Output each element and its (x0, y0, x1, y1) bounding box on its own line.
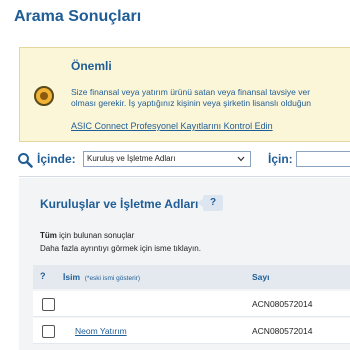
summary-scope: Tüm (40, 231, 57, 240)
search-icon[interactable] (17, 152, 33, 168)
results-heading: Kuruluşlar ve İşletme Adları (40, 197, 199, 211)
search-bar: İçinde: Kuruluş ve İşletme Adları İçin: (14, 149, 350, 171)
important-notice: Önemli Size finansal veya yatırım ürünü … (19, 47, 350, 142)
notice-heading: Önemli (71, 59, 112, 73)
warning-icon (34, 86, 54, 106)
name-column-header[interactable]: İsim (*eski ismi gösterir) (63, 272, 140, 282)
search-register-selected: Kuruluş ve İşletme Adları (87, 154, 176, 163)
search-in-label: İçinde: (37, 152, 76, 166)
row-checkbox[interactable] (42, 298, 55, 311)
chevron-down-icon (237, 156, 245, 162)
number-column-header[interactable]: Sayı (252, 272, 270, 282)
row-number: ACN080572014 (252, 326, 313, 336)
table-help-button[interactable]: ? (40, 271, 46, 281)
check-registers-link[interactable]: ASIC Connect Profesyonel Kayıtlarını Kon… (71, 121, 273, 131)
search-input[interactable] (296, 151, 350, 167)
search-register-select[interactable]: Kuruluş ve İşletme Adları (83, 151, 251, 167)
row-number: ACN080572014 (252, 299, 313, 309)
results-hint: Daha fazla ayrıntıyı görmek için isme tı… (40, 244, 201, 253)
row-name-link[interactable]: Neom Yatırım (75, 326, 127, 336)
name-column-label: İsim (63, 272, 81, 282)
row-checkbox[interactable] (42, 325, 55, 338)
table-row: Neom Yatırım ACN080572014 (33, 318, 350, 344)
summary-text: için bulunan sonuçlar (56, 231, 135, 240)
results-summary: Tüm için bulunan sonuçlar (40, 231, 134, 240)
divider (19, 176, 350, 177)
name-column-note: (*eski ismi gösterir) (84, 275, 141, 282)
results-panel: Kuruluşlar ve İşletme Adları ? Tüm için … (19, 178, 350, 350)
results-table: ? İsim (*eski ismi gösterir) Sayı ACN080… (33, 265, 350, 350)
notice-text-line-2: olması gerekir. İş yaptığınız kişinin ve… (71, 98, 312, 108)
table-header: ? İsim (*eski ismi gösterir) Sayı (33, 265, 350, 289)
page-title: Arama Sonuçları (14, 8, 142, 25)
notice-text-line-1: Size finansal veya yatırım ürünü satan v… (71, 87, 311, 97)
search-for-label: İçin: (268, 152, 293, 166)
help-button[interactable]: ? (197, 195, 223, 211)
table-row: ACN080572014 (33, 291, 350, 317)
